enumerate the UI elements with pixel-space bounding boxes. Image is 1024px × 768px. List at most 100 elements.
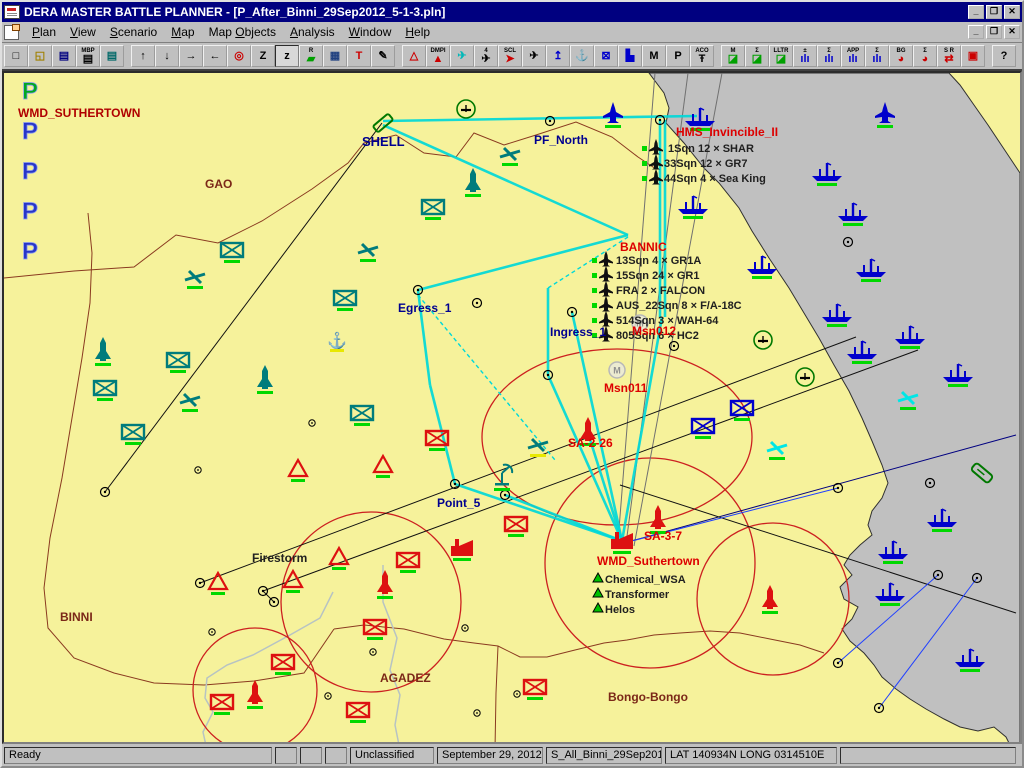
map-label: Msn011: [604, 381, 648, 395]
restore-button[interactable]: ❐: [986, 5, 1002, 19]
window-title: DERA MASTER BATTLE PLANNER - [P_After_Bi…: [24, 5, 968, 19]
aircraft-button[interactable]: ✈: [522, 45, 546, 67]
help-button[interactable]: ?: [992, 45, 1016, 67]
map-label: Chemical_WSA: [605, 574, 686, 586]
anchor-icon[interactable]: ⚓: [327, 331, 347, 352]
menu-scenario[interactable]: Scenario: [103, 23, 164, 41]
status-panel-3: [325, 747, 347, 764]
menu-help[interactable]: Help: [398, 23, 437, 41]
menu-analysis[interactable]: Analysis: [283, 23, 342, 41]
map-label: Msn012: [632, 324, 676, 338]
pan-down-button[interactable]: ↓: [155, 45, 179, 67]
toolbar-group-4: ?: [992, 45, 1016, 67]
stats-sum2-button[interactable]: Σılı: [865, 45, 889, 67]
p-flag-icon[interactable]: P: [22, 118, 38, 145]
svg-text:P: P: [22, 198, 38, 225]
sum-pie-button[interactable]: Σ◕: [913, 45, 937, 67]
bg-pie-button[interactable]: BG◕: [889, 45, 913, 67]
stats-pm-button[interactable]: ±ılı: [793, 45, 817, 67]
lltr-map-button[interactable]: LLTR◪: [769, 45, 793, 67]
map-label: Helos: [605, 604, 635, 616]
menu-window[interactable]: Window: [342, 23, 399, 41]
dmpi-button[interactable]: DMPI▲: [426, 45, 450, 67]
app-icon[interactable]: [4, 5, 20, 19]
p-flag-icon[interactable]: P: [22, 198, 38, 225]
svg-text:M: M: [613, 366, 621, 376]
ship-button[interactable]: ▙: [618, 45, 642, 67]
p-overlay-button[interactable]: P: [666, 45, 690, 67]
zoom-out-button[interactable]: z: [275, 45, 299, 67]
map-label: 33Sqn 12 × GR7: [664, 158, 747, 170]
map-label: 1Sqn 12 × SHAR: [668, 143, 754, 155]
toolbar-group-1: ↑↓→←◎ZzR▰▦T✎: [131, 45, 395, 67]
map-label: SHELL: [362, 134, 405, 149]
p-flag-icon[interactable]: P: [22, 78, 38, 105]
save-button[interactable]: ▤: [52, 45, 76, 67]
svg-text:P: P: [22, 238, 38, 265]
map-label: AGADEZ: [380, 671, 431, 685]
grid-button[interactable]: ▦: [323, 45, 347, 67]
map-label: 13Sqn 4 × GR1A: [616, 255, 701, 267]
menu-map-objects[interactable]: Map Objects: [202, 23, 283, 41]
child-minimize-button[interactable]: _: [968, 25, 984, 39]
menu-plan[interactable]: Plan: [25, 23, 63, 41]
map-label: BINNI: [60, 610, 93, 624]
threat-triangle-button[interactable]: △: [402, 45, 426, 67]
mbp-print-button[interactable]: MBP▤: [76, 45, 100, 67]
m-overlay-button[interactable]: M: [642, 45, 666, 67]
sr-swap-button[interactable]: S R⇄: [937, 45, 961, 67]
msn-map-button[interactable]: M◪: [721, 45, 745, 67]
sum-map-button[interactable]: Σ◪: [745, 45, 769, 67]
mission-marker-icon[interactable]: M: [609, 362, 625, 378]
toolbar-group-2: △DMPI▲✈4✈SCL➤✈↥⚓⊠▙MPACOŦ: [402, 45, 714, 67]
svg-text:⚓: ⚓: [327, 331, 347, 350]
map-label: Transformer: [605, 589, 670, 601]
p-flag-icon[interactable]: P: [22, 158, 38, 185]
open-button[interactable]: ◱: [28, 45, 52, 67]
document-icon[interactable]: [4, 25, 19, 40]
route-button[interactable]: R▰: [299, 45, 323, 67]
pan-up-button[interactable]: ↑: [131, 45, 155, 67]
title-bar[interactable]: DERA MASTER BATTLE PLANNER - [P_After_Bi…: [2, 2, 1022, 22]
pan-right-button[interactable]: →: [179, 45, 203, 67]
mail-target-button[interactable]: ⊠: [594, 45, 618, 67]
map-label: Ingress_1: [550, 325, 606, 339]
scl-button[interactable]: SCL➤: [498, 45, 522, 67]
menu-map[interactable]: Map: [164, 23, 201, 41]
child-close-button[interactable]: ✕: [1004, 25, 1020, 39]
toolbar-group-0: □◱▤MBP▤▤: [4, 45, 124, 67]
status-bar: ReadyUnclassifiedSeptember 29, 2012S_All…: [2, 744, 1022, 766]
naval-anchor-button[interactable]: ⚓: [570, 45, 594, 67]
pan-left-button[interactable]: ←: [203, 45, 227, 67]
map-label: HMS_Invincible_II: [676, 125, 778, 139]
scenario-date: September 29, 2012: [437, 747, 543, 764]
recon-aircraft-button[interactable]: ✈: [450, 45, 474, 67]
status-panel-1: [275, 747, 297, 764]
text-tool-button[interactable]: T: [347, 45, 371, 67]
zoom-in-button[interactable]: Z: [251, 45, 275, 67]
close-button[interactable]: ✕: [1004, 5, 1020, 19]
print-button[interactable]: ▤: [100, 45, 124, 67]
stats-app-button[interactable]: APPılı: [841, 45, 865, 67]
minimize-button[interactable]: _: [968, 5, 984, 19]
map-label: AUS_22Sqn 8 × F/A-18C: [616, 300, 742, 312]
svg-text:P: P: [22, 118, 38, 145]
aco-button[interactable]: ACOŦ: [690, 45, 714, 67]
new-button[interactable]: □: [4, 45, 28, 67]
child-restore-button[interactable]: ❐: [986, 25, 1002, 39]
stats-sum-button[interactable]: Σılı: [817, 45, 841, 67]
status-panel-4: [840, 747, 1016, 764]
map-label: Firestorm: [252, 551, 307, 565]
map-label: WMD_SUTHERTOWN: [18, 106, 140, 120]
center-target-button[interactable]: ◎: [227, 45, 251, 67]
map-label: 15Sqn 24 × GR1: [616, 270, 699, 282]
status-message: Ready: [4, 747, 272, 764]
draw-pencil-button[interactable]: ✎: [371, 45, 395, 67]
sam-site-button[interactable]: ↥: [546, 45, 570, 67]
aircraft-4-button[interactable]: 4✈: [474, 45, 498, 67]
map-area: PPPPP⚓MMWMD_SUTHERTOWNGAOSHELLPF_NorthHM…: [2, 71, 1022, 744]
menu-view[interactable]: View: [63, 23, 103, 41]
map-canvas[interactable]: PPPPP⚓MMWMD_SUTHERTOWNGAOSHELLPF_NorthHM…: [4, 73, 1020, 744]
p-flag-icon[interactable]: P: [22, 238, 38, 265]
record-button[interactable]: ▣: [961, 45, 985, 67]
